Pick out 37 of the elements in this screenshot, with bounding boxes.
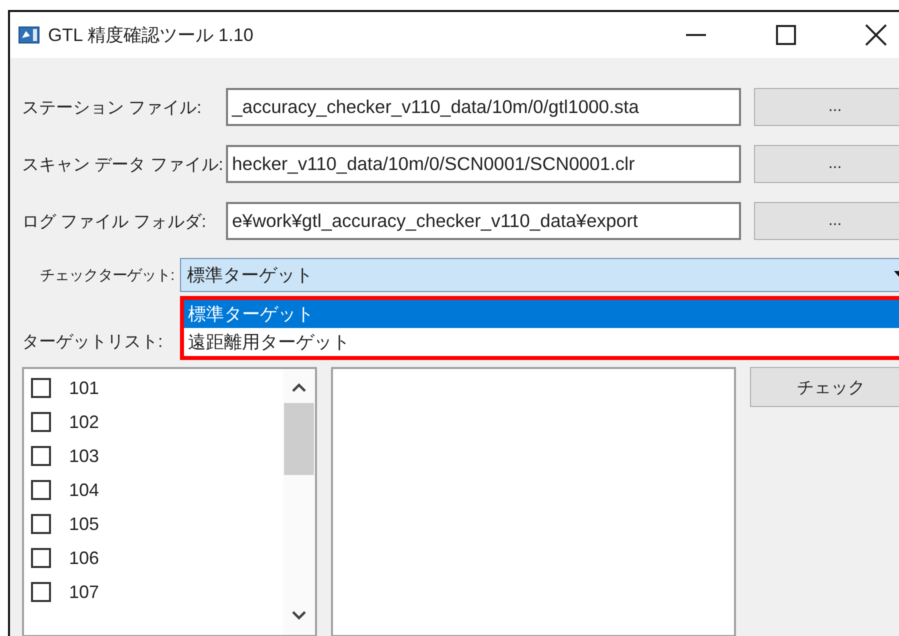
target-number: 103 xyxy=(69,446,100,466)
checkbox[interactable] xyxy=(31,582,51,602)
checkbox[interactable] xyxy=(31,412,51,432)
target-number: 101 xyxy=(69,378,100,398)
browse-button[interactable]: ... xyxy=(754,88,899,126)
browse-button[interactable]: ... xyxy=(754,202,899,240)
path-field[interactable]: e¥work¥gtl_accuracy_checker_v110_data¥export xyxy=(226,202,741,240)
target-number: 105 xyxy=(69,514,100,534)
target-number: 102 xyxy=(69,412,100,432)
path-field[interactable]: _accuracy_checker_v110_data/10m/0/gtl1000.sta xyxy=(226,88,741,126)
target-number: 107 xyxy=(69,582,100,602)
browse-button[interactable]: ... xyxy=(754,145,899,183)
close-icon xyxy=(865,24,887,46)
scroll-down-icon[interactable] xyxy=(292,610,306,620)
checkbox[interactable] xyxy=(31,548,51,568)
target-number: 104 xyxy=(69,480,100,500)
target-number: 106 xyxy=(69,548,100,568)
scrollbar[interactable] xyxy=(283,369,315,635)
path-field[interactable]: hecker_v110_data/10m/0/SCN0001/SCN0001.clr xyxy=(226,145,741,183)
minimize-icon xyxy=(686,34,706,36)
check-button[interactable]: チェック xyxy=(750,367,899,407)
field-label: チェックターゲット: xyxy=(40,266,174,284)
scroll-up-icon[interactable] xyxy=(292,382,306,392)
field-label: ログ ファイル フォルダ: xyxy=(22,210,208,232)
maximize-icon xyxy=(776,25,796,45)
field-label: スキャン データ ファイル: xyxy=(22,154,224,176)
checkbox[interactable] xyxy=(31,446,51,466)
scroll-thumb[interactable] xyxy=(284,403,314,475)
checkbox[interactable] xyxy=(31,378,51,398)
list-label: ターゲットリスト: xyxy=(22,331,163,353)
checkbox[interactable] xyxy=(31,514,51,534)
window-title: GTL 精度確認ツール 1.10 xyxy=(48,24,254,47)
field-label: ステーション ファイル: xyxy=(22,96,202,118)
app-icon xyxy=(18,26,40,44)
dropdown-option[interactable]: 標準ターゲット xyxy=(184,300,899,328)
target-combobox[interactable]: 標準ターゲット xyxy=(180,258,899,292)
checkbox[interactable] xyxy=(31,480,51,500)
